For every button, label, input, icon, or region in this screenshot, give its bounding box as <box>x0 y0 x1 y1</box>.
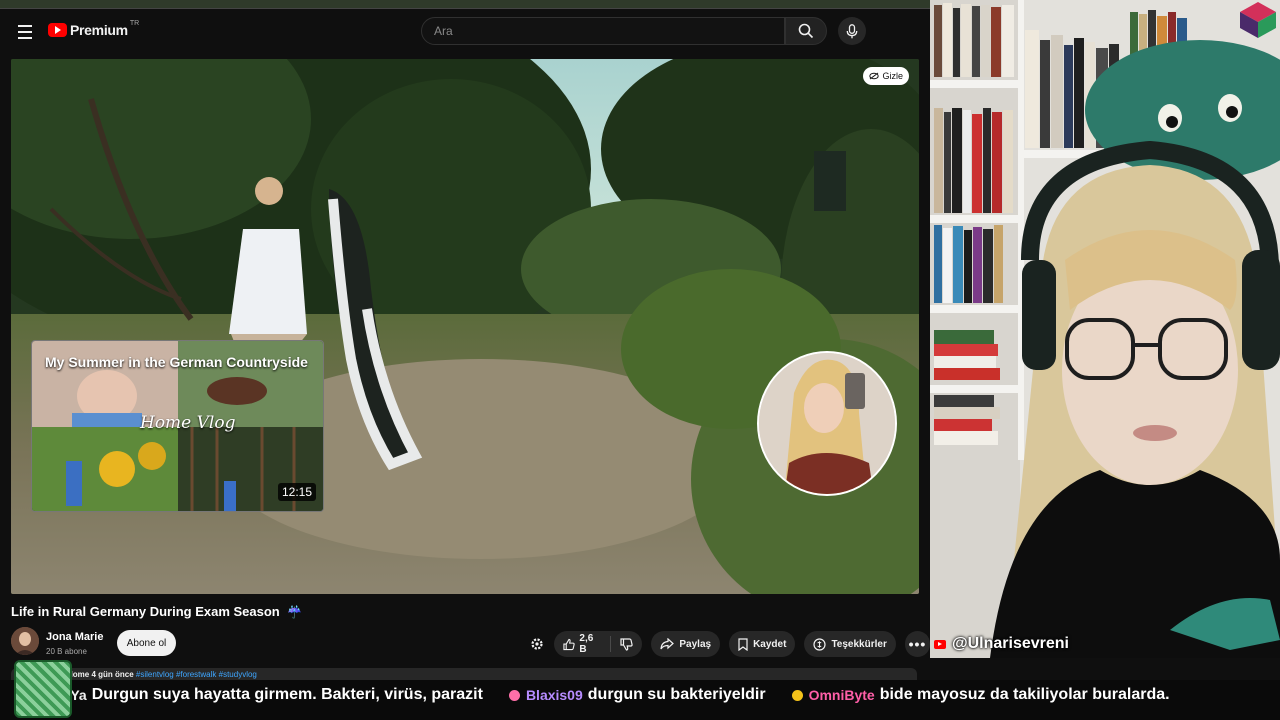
logo-region: TR <box>129 19 140 27</box>
endcard-script-text: Home Vlog <box>140 413 236 433</box>
eye-off-icon <box>869 72 880 80</box>
endscreen-video-card[interactable]: My Summer in the German Countryside Home… <box>31 340 324 512</box>
emote-sticker <box>14 660 72 718</box>
hamburger-icon-line <box>18 31 32 33</box>
voice-search-button[interactable] <box>838 17 866 45</box>
like-dislike-group: 2,6 B <box>554 631 643 657</box>
search-button[interactable] <box>785 17 827 45</box>
like-button[interactable]: 2,6 B <box>554 631 610 657</box>
save-label: Kaydet <box>753 638 787 650</box>
chat-badge-icon <box>791 689 803 701</box>
super-thanks-icon <box>813 637 827 651</box>
video-player[interactable]: Gizle My Summer in the German Countrysid… <box>11 59 919 594</box>
chat-message: OmniByte bide mayosuz da takiliyolar bur… <box>791 686 1170 704</box>
channel-name[interactable]: Jona Marie <box>46 631 103 643</box>
share-button[interactable]: Paylaş <box>651 631 721 657</box>
chat-message: GormYa Durgun suya hayatta girmem. Bakte… <box>0 686 483 704</box>
thumbs-down-icon <box>620 637 634 651</box>
hide-endscreen-button[interactable]: Gizle <box>863 67 909 85</box>
subscribe-button[interactable]: Abone ol <box>117 630 176 656</box>
chat-messages: GormYa Durgun suya hayatta girmem. Bakte… <box>0 686 1196 704</box>
thanks-label: Teşekkürler <box>831 638 887 650</box>
streamer-handle-overlay: @Ulnarisevreni <box>934 630 1069 658</box>
browser-top-strip <box>0 0 930 9</box>
video-frame <box>11 59 919 594</box>
more-dots-icon: ••• <box>908 636 927 652</box>
youtube-play-icon <box>48 23 67 37</box>
description-box[interactable]: Home 4 gün önce #silentvlog #forestwalk … <box>11 668 917 680</box>
search-icon <box>798 23 814 39</box>
youtube-logo[interactable]: Premium TR <box>48 19 140 38</box>
search-input[interactable] <box>421 17 785 45</box>
chat-badge-icon <box>508 689 520 701</box>
umbrella-rain-icon: ☔ <box>287 605 303 619</box>
video-title: Life in Rural Germany During Exam Season… <box>11 604 302 619</box>
video-title-text: Life in Rural Germany During Exam Season <box>11 604 280 619</box>
description-tags[interactable]: #silentvlog #forestwalk #studyvlog <box>136 670 257 679</box>
action-row: 2,6 B Paylaş Kaydet Teşekkürler ••• <box>528 631 930 657</box>
ai-settings-icon <box>531 638 543 650</box>
streamer-handle: @Ulnarisevreni <box>952 635 1069 652</box>
channel-bubble-image <box>759 353 895 494</box>
hide-label: Gizle <box>882 71 903 81</box>
like-count: 2,6 B <box>579 633 594 655</box>
chat-message: Blaxis09 durgun su bakteriyeldir <box>508 686 766 704</box>
endcard-duration: 12:15 <box>277 483 316 501</box>
description-meta: Home 4 gün önce <box>67 670 134 679</box>
cube-logo-icon <box>1240 2 1276 38</box>
hamburger-icon <box>18 25 32 27</box>
webcam-frame <box>930 0 1280 658</box>
chat-text: bide mayosuz da takiliyolar buralarda. <box>879 686 1170 703</box>
chat-username: OmniByte <box>808 687 875 703</box>
streamer-webcam <box>930 0 1280 658</box>
chat-text: durgun su bakteriyeldir <box>587 686 766 703</box>
youtube-mini-icon <box>934 639 946 649</box>
sparkle-gear-icon[interactable] <box>528 631 545 657</box>
thumbs-up-icon <box>563 638 576 650</box>
dislike-button[interactable] <box>611 631 642 657</box>
thanks-button[interactable]: Teşekkürler <box>804 631 896 657</box>
chat-username: Blaxis09 <box>525 687 583 703</box>
microphone-icon <box>846 23 858 38</box>
share-label: Paylaş <box>679 638 712 650</box>
chat-ticker: GormYa Durgun suya hayatta girmem. Bakte… <box>0 680 1280 720</box>
channel-avatar[interactable] <box>11 627 39 655</box>
save-button[interactable]: Kaydet <box>729 631 796 657</box>
youtube-window: Premium TR Ara Gizle My Summer in the Ge… <box>0 9 930 680</box>
hamburger-icon-line <box>18 37 32 39</box>
subscriber-count: 20 B abone <box>46 647 87 656</box>
endcard-title: My Summer in the German Countryside <box>45 354 308 370</box>
more-actions-button[interactable]: ••• <box>904 631 930 657</box>
share-icon <box>660 638 675 650</box>
youtube-header: Premium TR <box>0 9 930 55</box>
bookmark-icon <box>738 637 748 651</box>
screen: Premium TR Ara Gizle My Summer in the Ge… <box>0 0 1280 720</box>
menu-button[interactable] <box>14 21 36 43</box>
avatar-image <box>11 627 39 655</box>
endscreen-channel-bubble[interactable] <box>757 351 897 496</box>
chat-text: Durgun suya hayatta girmem. Bakteri, vir… <box>91 686 483 703</box>
logo-text: Premium <box>70 22 128 38</box>
